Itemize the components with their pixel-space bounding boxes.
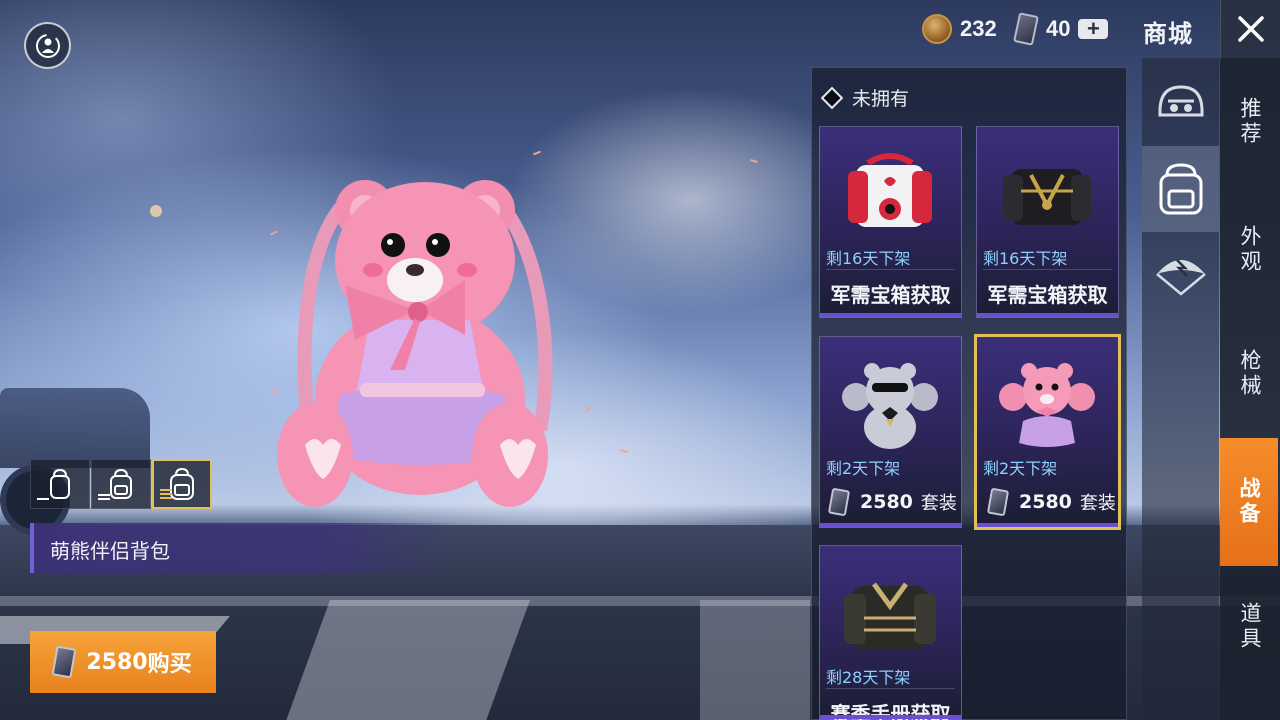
item-price: 2580 套装 (986, 487, 1116, 517)
spark (532, 150, 542, 156)
item-price-value: 2580 (860, 491, 913, 513)
car-silhouette (0, 388, 150, 468)
coin-icon (922, 14, 952, 44)
close-button[interactable] (1220, 0, 1280, 58)
red-backpack-image (848, 153, 932, 227)
uc-card-icon (986, 487, 1010, 517)
nav-tab-weapons[interactable]: 枪械 (1220, 310, 1280, 438)
item-timer: 剩16天下架 (983, 249, 1068, 268)
variant-selector (30, 459, 212, 509)
item-timer: 剩2天下架 (983, 459, 1058, 478)
item-price-value: 2580 (1019, 491, 1072, 513)
right-category-nav: 推荐 外观 枪械 战备 道具 (1220, 58, 1280, 720)
item-timer: 剩28天下架 (826, 668, 911, 687)
uc-balance: 40 + (1013, 12, 1109, 46)
item-source: 赛季手册获取 (830, 702, 951, 720)
coin-amount: 232 (960, 16, 997, 41)
spark (585, 406, 593, 412)
buy-price: 2580 (86, 649, 148, 675)
nav-tab-recommended[interactable]: 推荐 (1220, 58, 1280, 186)
item-price: 2580 套装 (827, 487, 957, 517)
level-indicator (160, 487, 172, 499)
uc-card-icon (827, 487, 851, 517)
diamond-icon (820, 86, 844, 109)
rotate-character-icon (35, 33, 60, 58)
subcategory-helmet[interactable] (1142, 60, 1219, 146)
level-indicator (37, 496, 49, 500)
spark (749, 158, 759, 164)
card-divider (826, 688, 955, 689)
item-source: 军需宝箱获取 (987, 283, 1108, 307)
buy-button[interactable]: 2580 购买 (30, 631, 216, 693)
item-price-suffix: 套装 (1079, 493, 1116, 514)
buy-label: 购买 (147, 652, 192, 677)
parachute-icon (1155, 259, 1206, 296)
backpack-icon (1159, 163, 1202, 215)
card-divider (983, 269, 1112, 270)
item-name: 萌熊伴侣背包 (50, 539, 170, 563)
shop-title: 商城 (1143, 20, 1193, 48)
coin-balance: 232 (922, 12, 997, 46)
item-card[interactable]: 剩28天下架 赛季手册获取 (819, 545, 962, 720)
level-indicator (98, 492, 110, 500)
item-card[interactable]: 剩16天下架 军需宝箱获取 (976, 126, 1119, 318)
nav-tab-label: 战备 (1237, 477, 1261, 527)
uc-card-icon (1013, 12, 1039, 46)
subcategory-backpack[interactable] (1142, 146, 1219, 232)
subcategory-parachute[interactable] (1142, 232, 1219, 318)
gear-subcategory-column (1142, 58, 1219, 720)
nav-tab-gear[interactable]: 战备 (1220, 438, 1278, 566)
nav-tab-label: 外观 (1238, 225, 1262, 275)
item-card[interactable]: 剩16天下架 军需宝箱获取 (819, 126, 962, 318)
item-name-bar: 萌熊伴侣背包 (30, 523, 460, 573)
grey-bear-backpack-image (842, 363, 938, 449)
close-icon (1237, 16, 1264, 42)
pink-bear-backpack-preview[interactable] (270, 170, 560, 515)
card-divider (826, 269, 955, 270)
gold-armor-backpack-image (844, 582, 936, 650)
helmet-icon (1158, 85, 1203, 117)
road-stripe (700, 600, 810, 720)
nav-tab-label: 道具 (1238, 602, 1262, 652)
backpack-level-2-icon (110, 468, 132, 499)
light-flare (150, 205, 162, 217)
backpack-level-1-icon (50, 468, 70, 499)
item-card[interactable]: 剩2天下架 2580 套装 (819, 336, 962, 528)
item-timer: 剩16天下架 (826, 249, 911, 268)
variant-level-1[interactable] (30, 459, 90, 509)
uc-amount: 40 (1046, 16, 1071, 41)
item-source: 军需宝箱获取 (830, 283, 951, 307)
spark (619, 448, 629, 454)
item-timer: 剩2天下架 (826, 459, 901, 478)
pink-bear-backpack-image (999, 363, 1095, 447)
nav-tab-items[interactable]: 道具 (1220, 563, 1280, 691)
black-gold-backpack-image (1003, 169, 1091, 225)
nav-tab-label: 推荐 (1238, 97, 1262, 147)
nav-tab-appearance[interactable]: 外观 (1220, 186, 1280, 314)
item-price-suffix: 套装 (920, 493, 957, 514)
variant-level-2[interactable] (91, 459, 151, 509)
character-rotate-button[interactable] (24, 22, 71, 69)
list-header-label: 未拥有 (852, 88, 910, 110)
uc-card-icon (51, 645, 77, 679)
variant-level-3[interactable] (152, 459, 212, 509)
nav-tab-label: 枪械 (1238, 349, 1262, 399)
list-section-header: 未拥有 (820, 84, 910, 111)
add-uc-button[interactable]: + (1078, 18, 1109, 40)
item-card-selected[interactable]: 剩2天下架 2580 套装 (974, 334, 1121, 530)
